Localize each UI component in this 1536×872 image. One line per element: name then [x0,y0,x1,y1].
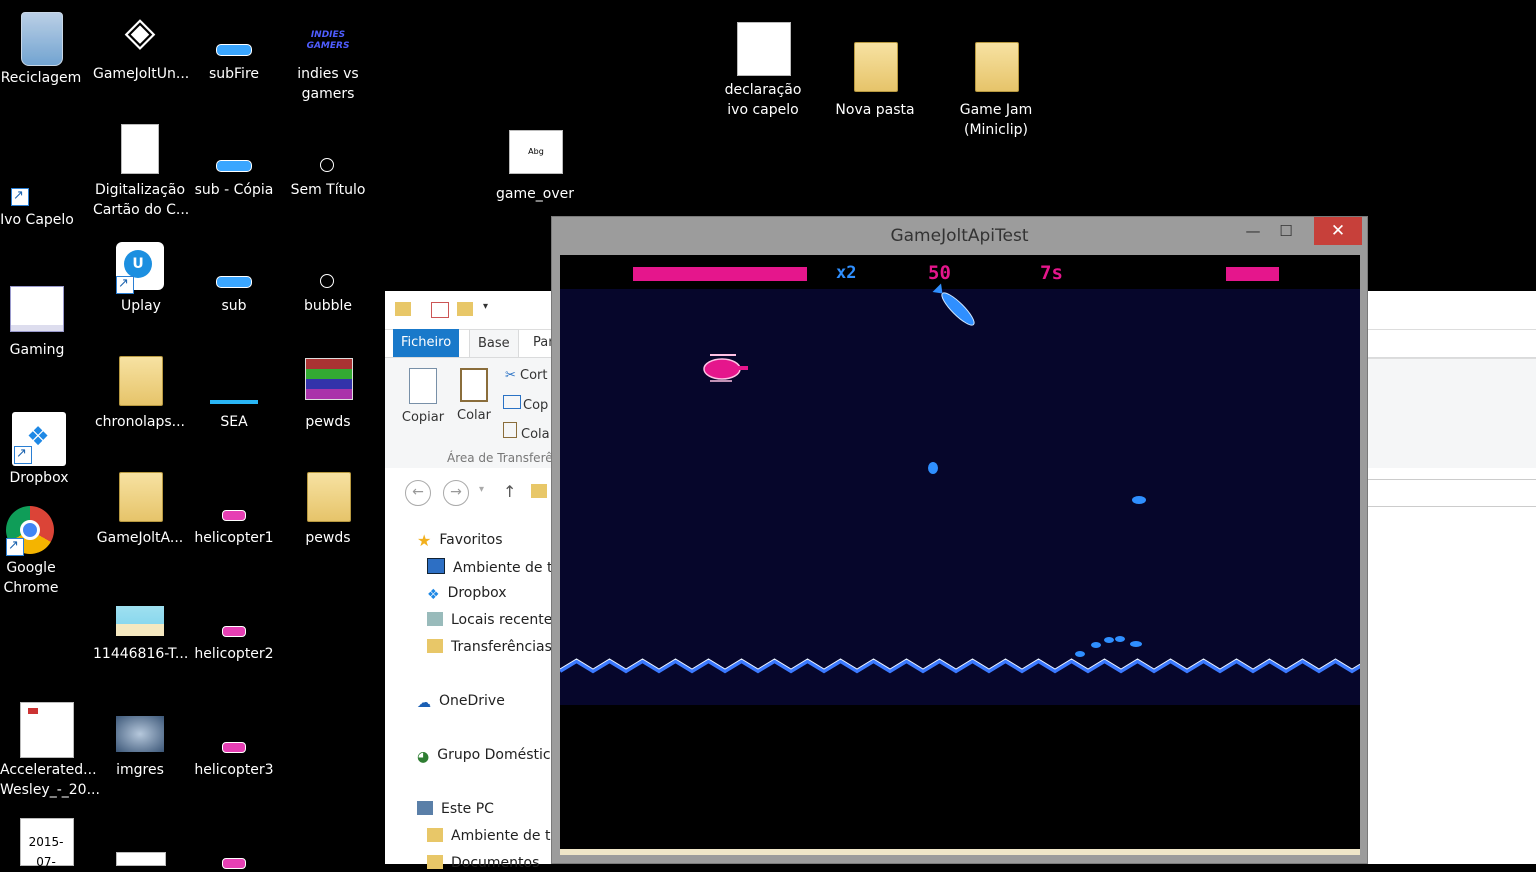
submarine-sprite [932,283,975,326]
recent-locations-icon[interactable]: ▾ [479,484,484,495]
clipboard-group-label: Área de Transferê [447,451,553,465]
sea-icon[interactable]: SEA [187,396,281,436]
cloud-icon: ☁ [417,695,431,711]
close-button[interactable]: ✕ [1314,217,1362,245]
pewds-folder-icon[interactable]: pewds [281,470,375,550]
navigation-pane: ★ Favoritos Ambiente de tr ❖ Dropbox Locai… [385,517,560,871]
subfire-icon[interactable]: subFire [187,40,281,86]
sea-waves [560,658,1360,674]
paste-shortcut-button[interactable]: Cola [503,422,550,442]
helicopter4-partial-icon[interactable] [187,856,281,869]
copy-path-button[interactable]: Cop [503,395,548,413]
dropbox-icon[interactable]: ❖ Dropbox [0,410,86,490]
chronolaps-icon[interactable]: chronolaps... [93,354,187,434]
copy-icon [409,368,437,404]
lower-dark-area [560,705,1360,850]
new-folder-icon[interactable] [457,302,473,316]
bubble-icon[interactable]: bubble [281,272,375,318]
homegroup-icon: ◕ [417,749,430,765]
tree-favoritos[interactable]: ★ Favoritos [417,531,503,550]
helicopter1-icon[interactable]: helicopter1 [187,508,281,550]
game-over-icon[interactable]: Abg game_over [488,128,582,204]
imgres-icon[interactable]: imgres [93,716,187,780]
copy-button[interactable]: Copiar [401,368,445,425]
gamejolta-folder-icon[interactable]: GameJoltA... [93,470,187,550]
doc-2015-icon[interactable]: 2015-07- [0,818,94,869]
canvas-bottom-edge [560,849,1360,855]
star-icon: ★ [417,531,432,550]
ivo-capelo-icon[interactable]: Ivo Capelo [0,186,84,230]
back-button[interactable]: ← [405,480,431,506]
properties-icon[interactable] [431,302,449,318]
tree-onedrive[interactable]: ☁ OneDrive [417,693,505,711]
explorer-right-area [1368,329,1536,359]
gamejolt-unity-icon[interactable]: ◈ GameJoltUn... [93,8,189,88]
digitalizacao-icon[interactable]: Digitalização Cartão do C... [93,124,189,220]
forward-button[interactable]: → [443,480,469,506]
scissors-icon: ✂ [505,368,521,383]
address-folder-icon [531,484,547,498]
tree-locais-recentes[interactable]: Locais recentes [427,612,560,628]
recent-places-icon [427,612,443,626]
image-11446816-icon[interactable]: 11446816-T... [93,606,188,666]
desktop-icon [427,558,445,574]
nova-pasta-icon[interactable]: Nova pasta [828,40,922,120]
game-canvas[interactable]: x2 50 7s [560,255,1360,855]
documents-folder-icon [427,855,443,869]
tree-transferencias[interactable]: Transferências [427,639,552,655]
accelerated-icon[interactable]: Accelerated... Wesley_-_20... [0,702,100,802]
tab-base[interactable]: Base [469,329,519,358]
dropbox-icon: ❖ [427,587,440,603]
chevron-down-icon[interactable]: ▾ [483,301,488,312]
helicopter-sprite [703,354,748,382]
folder-icon [395,302,411,316]
pewds-rar-icon[interactable]: pewds [281,356,375,436]
tree-ambiente-de-trabalho[interactable]: Ambiente de tr [427,558,558,576]
tree-grupo-domestico[interactable]: ◕ Grupo Doméstic [417,747,551,765]
sem-titulo-icon[interactable]: Sem Título [281,156,375,202]
indies-vs-gamers-icon[interactable]: INDIES GAMERS indies vs gamers [281,28,375,108]
tree-este-pc[interactable]: Este PC [417,801,494,817]
game-jam-icon[interactable]: Game Jam (Miniclip) [949,40,1043,140]
tree-documentos[interactable]: Documentos [427,855,539,871]
missile-sprite [928,462,938,474]
helicopter2-icon[interactable]: helicopter2 [187,624,281,666]
cut-button[interactable]: ✂ Cort [505,368,548,383]
tab-ficheiro[interactable]: Ficheiro [393,329,460,357]
sub-icon[interactable]: sub [187,272,281,318]
partial-doc-icon[interactable] [93,852,187,866]
desktop-folder-icon [427,828,443,842]
recycle-bin-icon[interactable]: Reciclagem [0,8,88,88]
copy-path-icon [503,395,521,409]
clipboard-icon [460,368,488,402]
declaracao-icon[interactable]: declaração ivo capelo [716,22,810,122]
paste-shortcut-icon [503,422,517,438]
tree-dropbox[interactable]: ❖ Dropbox [427,585,507,603]
helicopter3-icon[interactable]: helicopter3 [187,740,281,782]
uplay-icon[interactable]: U Uplay [94,242,188,318]
sub-copia-icon[interactable]: sub - Cópia [187,156,281,202]
missile-sprite [1132,496,1146,504]
gaming-icon[interactable]: Gaming [0,284,84,360]
paste-button[interactable]: Colar [453,368,495,423]
bubble-trail [1075,636,1142,657]
game-window[interactable]: GameJoltApiTest — ☐ ✕ x2 50 7s [551,216,1368,864]
tree-ambiente-de-trabalho-pc[interactable]: Ambiente de tr [427,828,556,844]
up-button[interactable]: ↑ [503,482,516,501]
maximize-button[interactable]: ☐ [1272,217,1300,245]
minimize-button[interactable]: — [1239,217,1267,245]
computer-icon [417,801,433,815]
downloads-folder-icon [427,639,443,653]
explorer-search-box[interactable] [1368,479,1536,507]
google-chrome-icon[interactable]: Google Chrome [0,504,78,600]
